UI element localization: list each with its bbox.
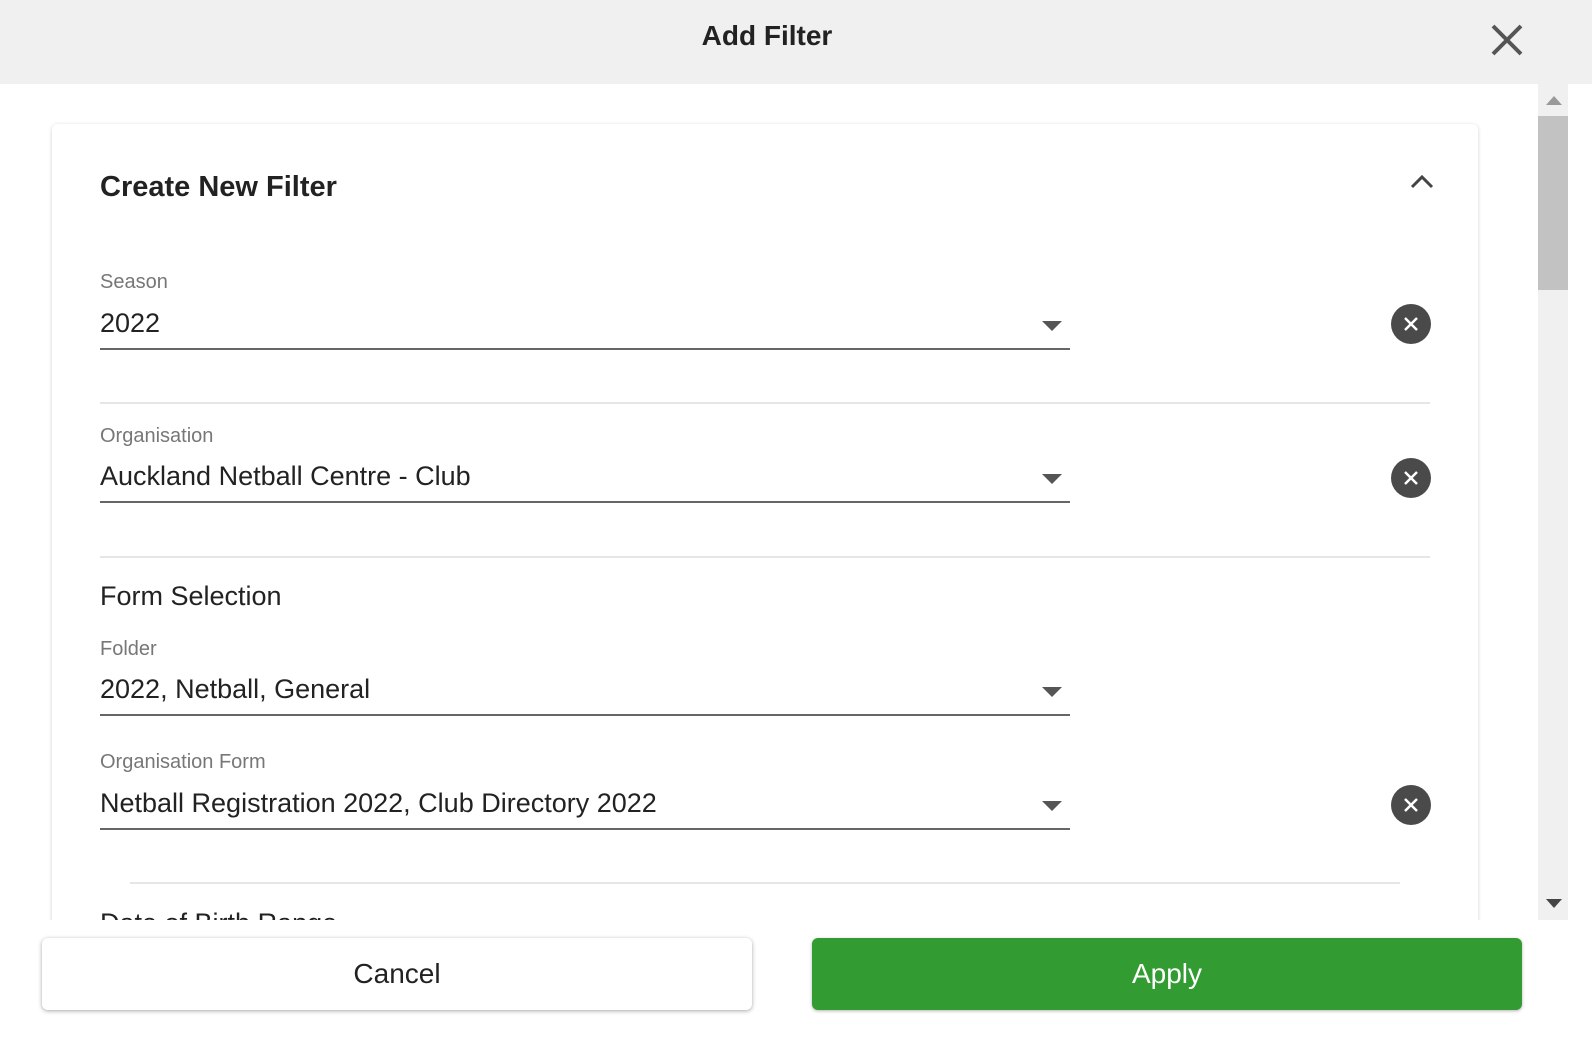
apply-button[interactable]: Apply (812, 938, 1522, 1010)
form-selection-heading: Form Selection (100, 581, 282, 611)
folder-value: 2022, Netball, General (100, 674, 371, 704)
scroll-up-icon[interactable] (1546, 96, 1562, 105)
season-select[interactable]: 2022 (100, 304, 1070, 350)
organisation-form-label: Organisation Form (100, 751, 266, 773)
dialog-title: Add Filter (701, 20, 833, 51)
chevron-down-icon (1042, 321, 1062, 331)
dialog-header: Add Filter (0, 0, 1592, 84)
season-value: 2022 (100, 308, 161, 338)
create-filter-card: Create New Filter Season 2022 Organisati… (52, 124, 1478, 920)
dialog-footer: Cancel Apply (0, 920, 1592, 1062)
clear-season-button[interactable] (1391, 304, 1431, 344)
organisation-value: Auckland Netball Centre - Club (100, 461, 471, 491)
organisation-label: Organisation (100, 425, 214, 447)
clear-organisation-form-button[interactable] (1391, 785, 1431, 825)
close-icon[interactable] (1487, 20, 1527, 60)
folder-label: Folder (100, 638, 157, 660)
organisation-select[interactable]: Auckland Netball Centre - Club (100, 457, 1070, 503)
close-icon (1404, 471, 1418, 485)
organisation-form-select[interactable]: Netball Registration 2022, Club Director… (100, 784, 1070, 830)
chevron-up-icon[interactable] (1408, 168, 1436, 196)
divider (100, 402, 1430, 404)
divider (100, 556, 1430, 558)
season-label: Season (100, 271, 168, 293)
close-icon (1404, 317, 1418, 331)
chevron-down-icon (1042, 687, 1062, 697)
chevron-down-icon (1042, 474, 1062, 484)
clear-organisation-button[interactable] (1391, 458, 1431, 498)
organisation-form-value: Netball Registration 2022, Club Director… (100, 788, 657, 818)
divider (130, 882, 1400, 884)
scrollbar[interactable] (1538, 84, 1568, 920)
card-title: Create New Filter (100, 171, 337, 203)
cancel-button[interactable]: Cancel (42, 938, 752, 1010)
chevron-down-icon (1042, 801, 1062, 811)
folder-select[interactable]: 2022, Netball, General (100, 670, 1070, 716)
date-of-birth-heading: Date of Birth Range (100, 908, 337, 920)
dialog-body: Create New Filter Season 2022 Organisati… (0, 84, 1538, 920)
close-icon (1404, 798, 1418, 812)
scrollbar-thumb[interactable] (1538, 116, 1568, 290)
scroll-down-icon[interactable] (1546, 899, 1562, 908)
